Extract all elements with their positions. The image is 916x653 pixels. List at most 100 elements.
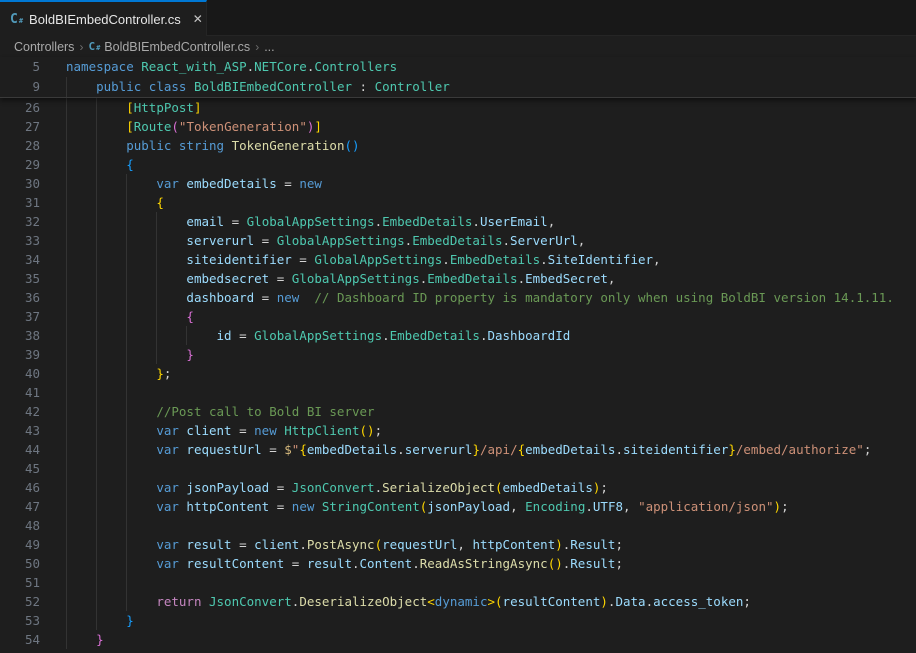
- code-text[interactable]: [66, 516, 916, 535]
- code-text[interactable]: id = GlobalAppSettings.EmbedDetails.Dash…: [66, 326, 916, 345]
- code-text[interactable]: public string TokenGeneration(): [66, 136, 916, 155]
- line-number[interactable]: 50: [0, 554, 40, 573]
- code-line[interactable]: 35 embedsecret = GlobalAppSettings.Embed…: [0, 269, 916, 288]
- line-number[interactable]: 32: [0, 212, 40, 231]
- code-text[interactable]: [HttpPost]: [66, 98, 916, 117]
- code-text[interactable]: var requestUrl = $"{embedDetails.serveru…: [66, 440, 916, 459]
- line-number[interactable]: 51: [0, 573, 40, 592]
- code-line[interactable]: 48: [0, 516, 916, 535]
- code-text[interactable]: return JsonConvert.DeserializeObject<dyn…: [66, 592, 916, 611]
- line-number[interactable]: 29: [0, 155, 40, 174]
- breadcrumb-item-folder[interactable]: Controllers: [14, 40, 74, 54]
- code-text[interactable]: email = GlobalAppSettings.EmbedDetails.U…: [66, 212, 916, 231]
- code-line[interactable]: 52 return JsonConvert.DeserializeObject<…: [0, 592, 916, 611]
- line-number[interactable]: 34: [0, 250, 40, 269]
- code-line[interactable]: 42 //Post call to Bold BI server: [0, 402, 916, 421]
- code-text[interactable]: }: [66, 630, 916, 649]
- code-text[interactable]: serverurl = GlobalAppSettings.EmbedDetai…: [66, 231, 916, 250]
- code-line[interactable]: 44 var requestUrl = $"{embedDetails.serv…: [0, 440, 916, 459]
- line-number[interactable]: 47: [0, 497, 40, 516]
- line-number[interactable]: 44: [0, 440, 40, 459]
- code-line[interactable]: 49 var result = client.PostAsync(request…: [0, 535, 916, 554]
- code-text[interactable]: }: [66, 611, 916, 630]
- code-line[interactable]: 41: [0, 383, 916, 402]
- code-line[interactable]: 31 {: [0, 193, 916, 212]
- code-line[interactable]: 26 [HttpPost]: [0, 98, 916, 117]
- line-number[interactable]: 30: [0, 174, 40, 193]
- line-number[interactable]: 28: [0, 136, 40, 155]
- code-line[interactable]: 51: [0, 573, 916, 592]
- code-text[interactable]: embedsecret = GlobalAppSettings.EmbedDet…: [66, 269, 916, 288]
- code-line[interactable]: 33 serverurl = GlobalAppSettings.EmbedDe…: [0, 231, 916, 250]
- line-number[interactable]: 41: [0, 383, 40, 402]
- code-text[interactable]: siteidentifier = GlobalAppSettings.Embed…: [66, 250, 916, 269]
- line-number[interactable]: 33: [0, 231, 40, 250]
- code-text[interactable]: [66, 573, 916, 592]
- code-line[interactable]: 54 }: [0, 630, 916, 649]
- code-text[interactable]: public class BoldBIEmbedController : Con…: [66, 77, 916, 97]
- tab-close-icon[interactable]: ✕: [189, 10, 207, 28]
- sticky-line[interactable]: 5 namespace React_with_ASP.NETCore.Contro…: [0, 57, 916, 77]
- code-text[interactable]: var httpContent = new StringContent(json…: [66, 497, 916, 516]
- code-text[interactable]: [66, 383, 916, 402]
- line-number[interactable]: 39: [0, 345, 40, 364]
- code-text[interactable]: };: [66, 364, 916, 383]
- code-line[interactable]: 27 [Route("TokenGeneration")]: [0, 117, 916, 136]
- tab-boldbiembedcontroller[interactable]: C# BoldBIEmbedController.cs ✕: [0, 0, 207, 36]
- code-text[interactable]: [66, 459, 916, 478]
- code-text[interactable]: var client = new HttpClient();: [66, 421, 916, 440]
- breadcrumb-item-symbol[interactable]: ...: [264, 40, 274, 54]
- code-line[interactable]: 37 {: [0, 307, 916, 326]
- code-text[interactable]: {: [66, 155, 916, 174]
- code-line[interactable]: 32 email = GlobalAppSettings.EmbedDetail…: [0, 212, 916, 231]
- line-number[interactable]: 53: [0, 611, 40, 630]
- code-line[interactable]: 30 var embedDetails = new: [0, 174, 916, 193]
- code-line[interactable]: 47 var httpContent = new StringContent(j…: [0, 497, 916, 516]
- code-line[interactable]: 29 {: [0, 155, 916, 174]
- code-line[interactable]: 39 }: [0, 345, 916, 364]
- line-number[interactable]: 36: [0, 288, 40, 307]
- code-line[interactable]: 36 dashboard = new // Dashboard ID prope…: [0, 288, 916, 307]
- code-text[interactable]: dashboard = new // Dashboard ID property…: [66, 288, 916, 307]
- code-text[interactable]: }: [66, 345, 916, 364]
- code-line[interactable]: 40 };: [0, 364, 916, 383]
- line-number[interactable]: 52: [0, 592, 40, 611]
- code-line[interactable]: 43 var client = new HttpClient();: [0, 421, 916, 440]
- line-number[interactable]: 5: [0, 57, 40, 77]
- line-number[interactable]: 45: [0, 459, 40, 478]
- line-number[interactable]: 49: [0, 535, 40, 554]
- sticky-line[interactable]: 9 public class BoldBIEmbedController : C…: [0, 77, 916, 97]
- code-text[interactable]: {: [66, 193, 916, 212]
- code-line[interactable]: 45: [0, 459, 916, 478]
- code-text[interactable]: {: [66, 307, 916, 326]
- line-number[interactable]: 43: [0, 421, 40, 440]
- code-line[interactable]: 38 id = GlobalAppSettings.EmbedDetails.D…: [0, 326, 916, 345]
- line-number[interactable]: 9: [0, 77, 40, 97]
- code-line[interactable]: 50 var resultContent = result.Content.Re…: [0, 554, 916, 573]
- line-number[interactable]: 38: [0, 326, 40, 345]
- line-number[interactable]: 27: [0, 117, 40, 136]
- line-number[interactable]: 42: [0, 402, 40, 421]
- breadcrumb-item-file[interactable]: BoldBIEmbedController.cs: [104, 40, 250, 54]
- line-number[interactable]: 48: [0, 516, 40, 535]
- code-line[interactable]: 46 var jsonPayload = JsonConvert.Seriali…: [0, 478, 916, 497]
- line-number[interactable]: 31: [0, 193, 40, 212]
- code-text[interactable]: var jsonPayload = JsonConvert.SerializeO…: [66, 478, 916, 497]
- line-number[interactable]: 37: [0, 307, 40, 326]
- code-line[interactable]: 34 siteidentifier = GlobalAppSettings.Em…: [0, 250, 916, 269]
- code-line[interactable]: 28 public string TokenGeneration(): [0, 136, 916, 155]
- line-number[interactable]: 35: [0, 269, 40, 288]
- code-text[interactable]: var result = client.PostAsync(requestUrl…: [66, 535, 916, 554]
- line-number[interactable]: 46: [0, 478, 40, 497]
- token-type: GlobalAppSettings: [292, 271, 420, 286]
- code-line[interactable]: 53 }: [0, 611, 916, 630]
- code-text[interactable]: namespace React_with_ASP.NETCore.Control…: [66, 57, 916, 77]
- code-text[interactable]: var resultContent = result.Content.ReadA…: [66, 554, 916, 573]
- line-number[interactable]: 54: [0, 630, 40, 649]
- code-text[interactable]: [Route("TokenGeneration")]: [66, 117, 916, 136]
- code-text[interactable]: //Post call to Bold BI server: [66, 402, 916, 421]
- line-number[interactable]: 40: [0, 364, 40, 383]
- code-text[interactable]: var embedDetails = new: [66, 174, 916, 193]
- line-number[interactable]: 26: [0, 98, 40, 117]
- code-editor[interactable]: 26 [HttpPost]27 [Route("TokenGeneration"…: [0, 98, 916, 653]
